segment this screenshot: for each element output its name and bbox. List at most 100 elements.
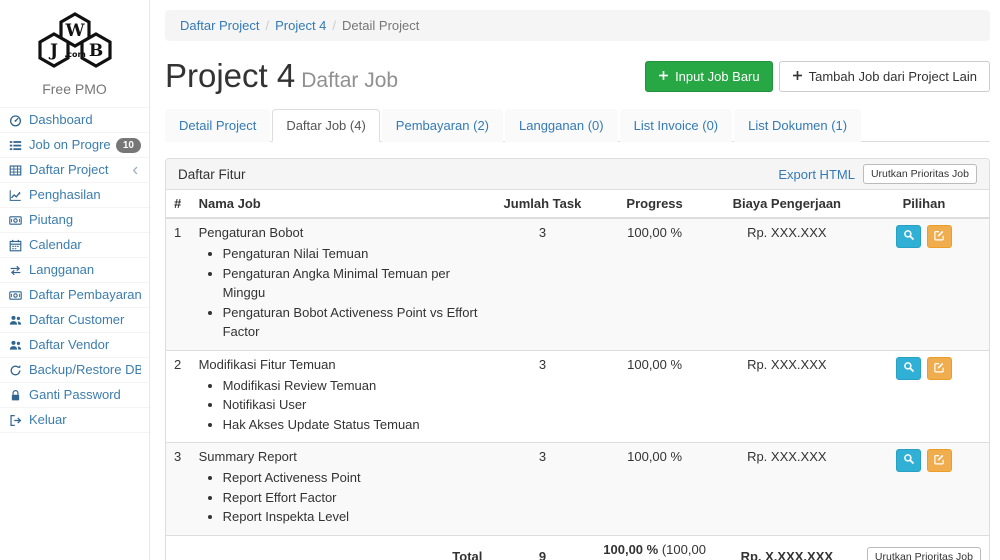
- biaya-value: Rp. XXX.XXX: [715, 218, 859, 350]
- col-progress: Progress: [594, 190, 714, 218]
- col-no: #: [166, 190, 191, 218]
- sidebar-item-label: Daftar Project: [29, 162, 124, 178]
- project-tabs: Detail Project Daftar Job (4) Pembayaran…: [165, 109, 990, 142]
- search-icon: [903, 453, 915, 468]
- sidebar-item-label: Dashboard: [29, 112, 141, 128]
- sidebar-item-job-on-progress[interactable]: Job on Progress 10: [0, 132, 149, 157]
- edit-icon: [933, 453, 945, 468]
- sidebar-item-langganan[interactable]: Langganan: [0, 257, 149, 282]
- table-row: 3 Summary Report Report Activeness Point…: [166, 443, 989, 536]
- subtask: Hak Akses Update Status Temuan: [223, 415, 483, 435]
- signout-icon: [8, 414, 23, 427]
- edit-job-button[interactable]: [927, 225, 952, 248]
- breadcrumb: Daftar Project/Project 4/Detail Project: [165, 10, 990, 41]
- daftar-fitur-table: # Nama Job Jumlah Task Progress Biaya Pe…: [166, 190, 989, 560]
- dashboard-icon: [8, 114, 23, 127]
- breadcrumb-daftar-project[interactable]: Daftar Project: [180, 18, 259, 33]
- row-number: 2: [166, 350, 191, 443]
- sidebar-item-daftar-customer[interactable]: Daftar Customer: [0, 307, 149, 332]
- sidebar-item-daftar-pembayaran[interactable]: Daftar Pembayaran: [0, 282, 149, 307]
- job-title: Pengaturan Bobot: [199, 225, 304, 240]
- subtask-list: Report Activeness Point Report Effort Fa…: [223, 468, 483, 527]
- jumlah-task-value: 3: [490, 218, 594, 350]
- col-jumlah-task: Jumlah Task: [490, 190, 594, 218]
- page-subtitle: Daftar Job: [301, 69, 398, 92]
- sidebar-item-daftar-project[interactable]: Daftar Project: [0, 157, 149, 182]
- subtask: Modifikasi Review Temuan: [223, 376, 483, 396]
- sidebar-item-piutang[interactable]: Piutang: [0, 207, 149, 232]
- sidebar-item-dashboard[interactable]: Dashboard: [0, 107, 149, 132]
- edit-icon: [933, 229, 945, 244]
- panel-title: Daftar Fitur: [178, 167, 246, 182]
- sidebar-item-label: Calendar: [29, 237, 141, 253]
- jwb-logo-icon: W J B .com: [25, 8, 125, 74]
- urutkan-prioritas-job-button[interactable]: Urutkan Prioritas Job: [863, 164, 977, 184]
- sidebar-item-label: Daftar Vendor: [29, 337, 141, 353]
- sidebar-item-label: Keluar: [29, 412, 141, 428]
- subtask: Pengaturan Nilai Temuan: [223, 244, 483, 264]
- sidebar-item-label: Daftar Pembayaran: [29, 287, 141, 303]
- tab-list-invoice[interactable]: List Invoice (0): [620, 109, 733, 142]
- total-biaya: Rp. X.XXX.XXX: [715, 535, 859, 560]
- tambah-job-dari-project-lain-button[interactable]: Tambah Job dari Project Lain: [779, 61, 990, 92]
- search-icon: [903, 361, 915, 376]
- subtask-list: Modifikasi Review Temuan Notifikasi User…: [223, 376, 483, 435]
- tab-daftar-job[interactable]: Daftar Job (4): [272, 109, 379, 142]
- refresh-icon: [8, 364, 23, 377]
- col-pilihan: Pilihan: [859, 190, 989, 218]
- view-job-button[interactable]: [896, 449, 921, 472]
- sidebar-item-daftar-vendor[interactable]: Daftar Vendor: [0, 332, 149, 357]
- tab-pembayaran[interactable]: Pembayaran (2): [382, 109, 503, 142]
- button-label: Input Job Baru: [675, 68, 760, 85]
- main-content: Daftar Project/Project 4/Detail Project …: [150, 0, 1000, 560]
- progress-value: 100,00 %: [594, 443, 714, 536]
- input-job-baru-button[interactable]: Input Job Baru: [645, 61, 773, 92]
- export-html-link[interactable]: Export HTML: [778, 167, 855, 182]
- tab-list-dokumen[interactable]: List Dokumen (1): [734, 109, 861, 142]
- breadcrumb-project-4[interactable]: Project 4: [275, 18, 326, 33]
- subtask: Pengaturan Bobot Activeness Point vs Eff…: [223, 303, 483, 342]
- breadcrumb-detail-project: Detail Project: [342, 18, 419, 33]
- panel-daftar-fitur: Daftar Fitur Export HTML Urutkan Priorit…: [165, 158, 990, 560]
- view-job-button[interactable]: [896, 225, 921, 248]
- sidebar-item-backup-restore-db[interactable]: Backup/Restore DB: [0, 357, 149, 382]
- plus-icon: [792, 68, 803, 85]
- users-icon: [8, 339, 23, 352]
- urutkan-prioritas-job-button[interactable]: Urutkan Prioritas Job: [867, 547, 981, 560]
- edit-job-button[interactable]: [927, 449, 952, 472]
- total-progress: 100,00 % (100,00 %): [594, 535, 714, 560]
- list-icon: [8, 139, 23, 152]
- total-label: Total: [191, 535, 491, 560]
- sidebar-item-label: Backup/Restore DB: [29, 362, 141, 378]
- breadcrumb-separator: /: [265, 18, 269, 33]
- biaya-value: Rp. XXX.XXX: [715, 443, 859, 536]
- subtask: Report Activeness Point: [223, 468, 483, 488]
- page: W J B .com Free PMO Dashboard Job on Pro…: [0, 0, 1000, 560]
- total-jumlah: 9: [490, 535, 594, 560]
- sidebar-item-label: Piutang: [29, 212, 141, 228]
- row-number: 1: [166, 218, 191, 350]
- sidebar-item-calendar[interactable]: Calendar: [0, 232, 149, 257]
- sidebar-item-ganti-password[interactable]: Ganti Password: [0, 382, 149, 407]
- app-logo: W J B .com: [0, 0, 149, 79]
- page-title: Project 4 Daftar Job: [165, 57, 398, 95]
- jumlah-task-value: 3: [490, 350, 594, 443]
- biaya-value: Rp. XXX.XXX: [715, 350, 859, 443]
- page-title-text: Project 4: [165, 57, 295, 94]
- sidebar-item-label: Langganan: [29, 262, 141, 278]
- edit-job-button[interactable]: [927, 357, 952, 380]
- tab-detail-project[interactable]: Detail Project: [165, 109, 270, 142]
- chevron-left-icon: [130, 165, 141, 176]
- users-icon: [8, 314, 23, 327]
- actions-cell: [859, 350, 989, 443]
- subtask: Pengaturan Angka Minimal Temuan per Ming…: [223, 264, 483, 303]
- subtask-list: Pengaturan Nilai Temuan Pengaturan Angka…: [223, 244, 483, 342]
- total-actions: Urutkan Prioritas Job: [859, 535, 989, 560]
- tab-langganan[interactable]: Langganan (0): [505, 109, 618, 142]
- col-nama-job: Nama Job: [191, 190, 491, 218]
- job-title: Summary Report: [199, 449, 297, 464]
- view-job-button[interactable]: [896, 357, 921, 380]
- sidebar-item-keluar[interactable]: Keluar: [0, 407, 149, 433]
- sidebar-item-label: Daftar Customer: [29, 312, 141, 328]
- sidebar-item-penghasilan[interactable]: Penghasilan: [0, 182, 149, 207]
